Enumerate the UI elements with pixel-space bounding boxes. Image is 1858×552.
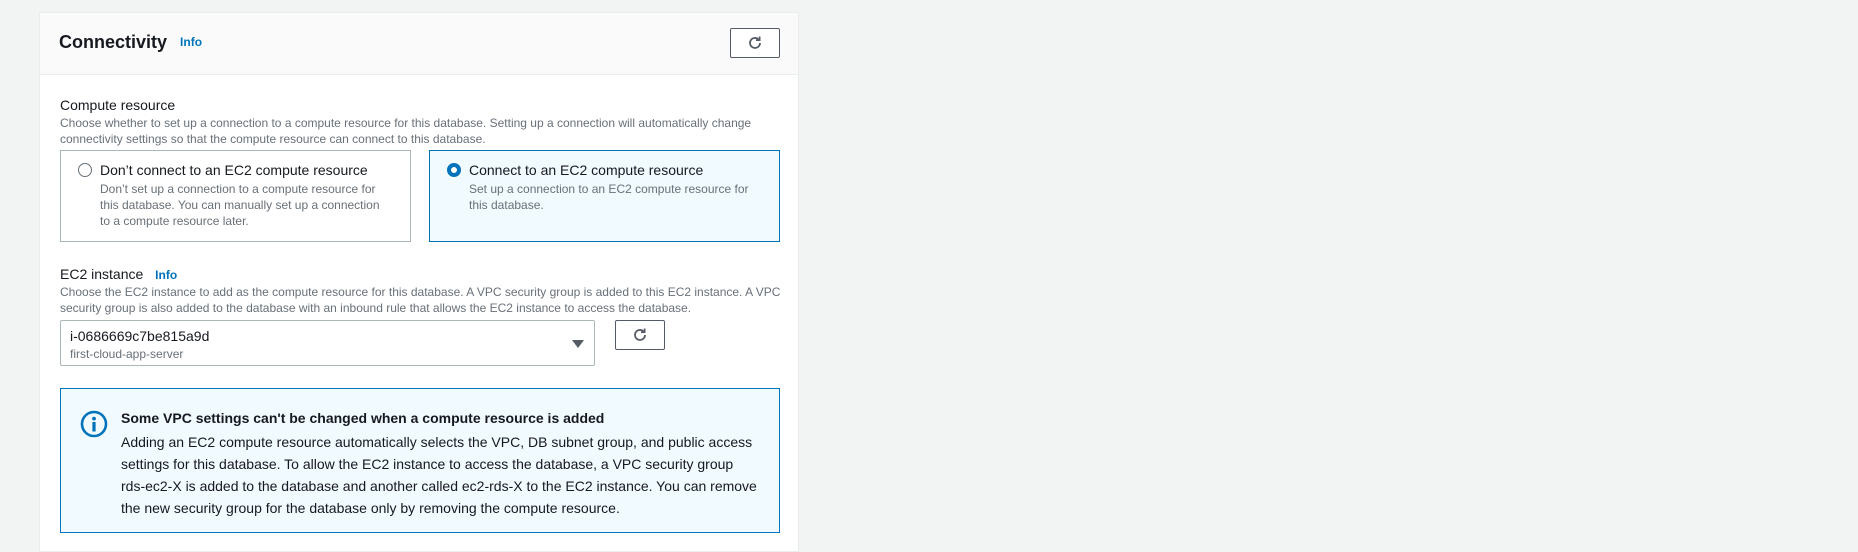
refresh-icon [749, 36, 761, 49]
connectivity-panel: Connectivity Info Compute resource Choos… [39, 12, 799, 552]
panel-title: Connectivity Info [59, 32, 202, 53]
caret-down-icon [572, 340, 584, 348]
ec2-instance-label-row: EC2 instance Info [60, 266, 177, 282]
radio-dont-connect[interactable] [78, 163, 92, 177]
alert-body: Adding an EC2 compute resource automatic… [121, 434, 757, 516]
ec2-instance-description: Choose the EC2 instance to add as the co… [60, 285, 781, 315]
option-connect[interactable]: Connect to an EC2 compute resource Set u… [429, 150, 780, 242]
ec2-instance-label: EC2 instance [60, 266, 144, 282]
compute-resource-label: Compute resource [60, 97, 176, 113]
panel-header: Connectivity Info [40, 13, 798, 75]
connectivity-info-link[interactable]: Info [180, 35, 202, 49]
option-connect-description: Set up a connection to an EC2 compute re… [469, 182, 749, 212]
ec2-instance-info-link[interactable]: Info [155, 268, 177, 282]
alert-title: Some VPC settings can't be changed when … [121, 410, 605, 426]
vpc-info-alert: Some VPC settings can't be changed when … [60, 388, 780, 533]
header-refresh-button[interactable] [730, 28, 780, 58]
option-connect-title: Connect to an EC2 compute resource [469, 162, 704, 178]
refresh-icon [634, 328, 646, 341]
option-dont-connect[interactable]: Don’t connect to an EC2 compute resource… [60, 150, 411, 242]
ec2-instance-select[interactable]: i-0686669c7be815a9d first-cloud-app-serv… [60, 320, 595, 366]
option-dont-connect-title: Don’t connect to an EC2 compute resource [100, 162, 368, 178]
ec2-instance-id: i-0686669c7be815a9d [70, 328, 210, 344]
info-circle-icon [80, 410, 108, 438]
instance-refresh-button[interactable] [615, 320, 665, 350]
connectivity-title: Connectivity [59, 32, 168, 52]
ec2-instance-name: first-cloud-app-server [70, 347, 184, 361]
option-dont-connect-description: Don’t set up a connection to a compute r… [100, 182, 380, 228]
radio-connect[interactable] [447, 163, 461, 177]
compute-resource-description: Choose whether to set up a connection to… [60, 116, 752, 146]
